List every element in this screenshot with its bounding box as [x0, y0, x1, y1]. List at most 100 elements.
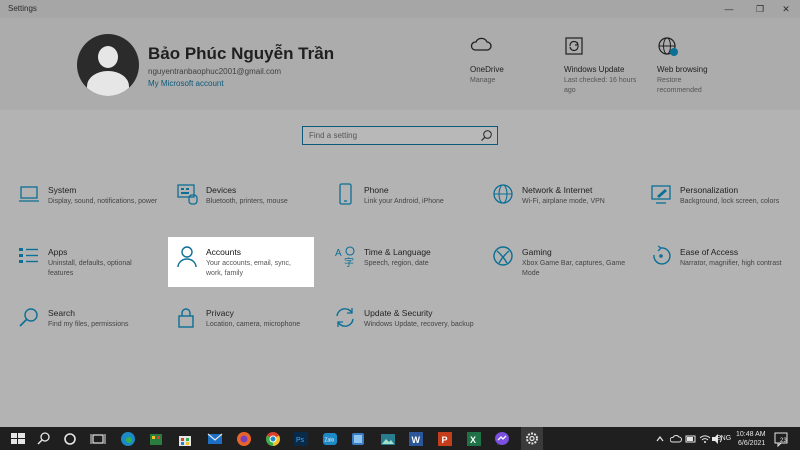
mail-icon[interactable] [207, 431, 223, 447]
tile-title: Accounts [206, 247, 241, 257]
tile-desc: Narrator, magnifier, high contrast [680, 260, 782, 267]
clock-date[interactable]: 6/6/2021 [738, 440, 765, 447]
chrome-icon[interactable] [265, 431, 281, 447]
tile-desc: Find my files, permissions [48, 321, 129, 328]
search-icon [18, 306, 42, 330]
svg-text:Zalo: Zalo [325, 438, 335, 444]
svg-text:字: 字 [344, 256, 354, 269]
tile-accounts[interactable]: Accounts Your accounts, email, sync, wor… [168, 237, 314, 287]
quick-item-onedrive[interactable]: OneDrive Manage [470, 36, 560, 86]
tile-desc: Location, camera, microphone [206, 321, 301, 328]
tile-desc: Your accounts, email, sync, work, family [206, 260, 291, 277]
avatar[interactable] [77, 34, 139, 96]
maximize-button[interactable]: ❐ [750, 2, 770, 16]
messenger-icon[interactable] [494, 431, 510, 447]
zalo-icon[interactable]: Zalo [322, 431, 338, 447]
tile-desc: Wi-Fi, airplane mode, VPN [522, 198, 605, 205]
tile-desc: Link your Android, iPhone [364, 198, 444, 205]
store-app-icon[interactable] [148, 431, 164, 447]
refresh-icon [564, 36, 639, 58]
tray-cloud-icon[interactable] [669, 431, 682, 447]
globe-icon [492, 183, 516, 207]
tile-desc: Display, sound, notifications, power [48, 198, 158, 205]
quick-item-desc: Manage [470, 77, 496, 84]
taskbar: Ps Zalo W P X ENG 10:48 AM 6/6/2021 23 [0, 427, 800, 450]
wifi-icon[interactable] [699, 431, 711, 447]
edge-icon[interactable] [120, 431, 136, 447]
excel-icon[interactable]: X [466, 431, 482, 447]
battery-icon[interactable] [685, 431, 697, 447]
ease-of-access-icon [650, 245, 674, 269]
tile-update-security[interactable]: Update & Security Windows Update, recove… [334, 306, 484, 356]
time-language-icon: A字 [334, 245, 358, 269]
svg-text:X: X [470, 435, 476, 445]
app-icon[interactable] [350, 431, 366, 447]
tile-privacy[interactable]: Privacy Location, camera, microphone [176, 306, 326, 356]
settings-taskbar-icon[interactable] [521, 427, 543, 450]
cortana-icon[interactable] [62, 431, 78, 447]
tile-devices[interactable]: Devices Bluetooth, printers, mouse [176, 183, 326, 233]
phone-icon [334, 183, 358, 207]
search-placeholder: Find a setting [309, 131, 358, 140]
windows-start-icon[interactable] [10, 431, 26, 447]
tile-title: Gaming [522, 247, 552, 257]
user-email: nguyentranbaophuc2001@gmail.com [148, 67, 282, 76]
search-input[interactable]: Find a setting [302, 126, 498, 145]
tile-phone[interactable]: Phone Link your Android, iPhone [334, 183, 484, 233]
quick-item-web-browsing[interactable]: Web browsing Restore recommended [657, 36, 719, 96]
tile-desc: Xbox Game Bar, captures, Game Mode [522, 260, 626, 277]
tile-title: Privacy [206, 308, 234, 318]
quick-item-desc: Last checked: 16 hours ago [564, 77, 637, 94]
cloud-icon [470, 36, 560, 58]
microsoft-account-link[interactable]: My Microsoft account [148, 79, 224, 88]
microsoft-store-icon[interactable] [177, 431, 193, 447]
tile-title: Update & Security [364, 308, 433, 318]
avatar-body [87, 71, 129, 96]
tile-network[interactable]: Network & Internet Wi-Fi, airplane mode,… [492, 183, 642, 233]
minimize-button[interactable]: — [719, 2, 739, 16]
user-name: Bảo Phúc Nguyễn Trần [148, 44, 335, 63]
notification-count: 23 [780, 438, 787, 444]
language-indicator[interactable]: ENG [716, 435, 731, 442]
clock-time[interactable]: 10:48 AM [736, 431, 766, 438]
paint-icon [650, 183, 674, 207]
word-icon[interactable]: W [408, 431, 424, 447]
quick-item-desc: Restore recommended [657, 77, 702, 94]
tile-apps[interactable]: Apps Uninstall, defaults, optional featu… [18, 245, 168, 295]
svg-text:W: W [412, 435, 421, 445]
close-button[interactable]: ✕ [776, 2, 796, 16]
tile-time-language[interactable]: A字 Time & Language Speech, region, date [334, 245, 484, 295]
globe-icon [657, 36, 719, 58]
person-icon [176, 245, 200, 269]
tile-desc: Bluetooth, printers, mouse [206, 198, 288, 205]
tile-title: Phone [364, 185, 389, 195]
taskbar-search-icon[interactable] [36, 431, 52, 447]
lock-icon [176, 306, 200, 330]
tile-search[interactable]: Search Find my files, permissions [18, 306, 168, 356]
tile-ease-of-access[interactable]: Ease of Access Narrator, magnifier, high… [650, 245, 800, 295]
image-viewer-icon[interactable] [380, 431, 396, 447]
update-icon [334, 306, 358, 330]
svg-text:Ps: Ps [296, 437, 305, 444]
tile-personalization[interactable]: Personalization Background, lock screen,… [650, 183, 800, 233]
firefox-icon[interactable] [236, 431, 252, 447]
tile-title: Apps [48, 247, 68, 257]
svg-text:P: P [442, 435, 448, 445]
window-title: Settings [8, 4, 37, 13]
task-view-icon[interactable] [90, 431, 106, 447]
avatar-head [98, 46, 118, 68]
title-bar: Settings — ❐ ✕ [0, 0, 800, 18]
tile-title: Time & Language [364, 247, 431, 257]
apps-list-icon [18, 245, 42, 269]
xbox-icon [492, 245, 516, 269]
tile-gaming[interactable]: Gaming Xbox Game Bar, captures, Game Mod… [492, 245, 642, 295]
tile-desc: Speech, region, date [364, 260, 429, 267]
quick-item-windows-update[interactable]: Windows Update Last checked: 16 hours ag… [564, 36, 639, 96]
tile-title: Devices [206, 185, 237, 195]
chevron-up-icon[interactable] [655, 431, 665, 447]
tile-title: Network & Internet [522, 185, 593, 195]
tile-title: Ease of Access [680, 247, 739, 257]
tile-system[interactable]: System Display, sound, notifications, po… [18, 183, 168, 233]
powerpoint-icon[interactable]: P [437, 431, 453, 447]
photoshop-icon[interactable]: Ps [293, 431, 309, 447]
